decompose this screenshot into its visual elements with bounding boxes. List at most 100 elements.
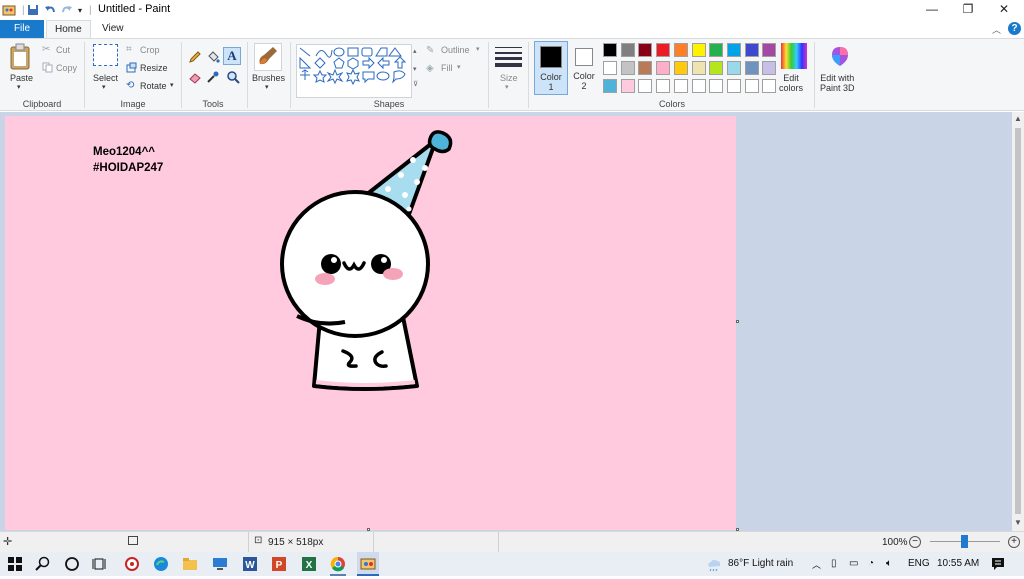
- palette-swatch[interactable]: [744, 61, 759, 75]
- palette-swatch[interactable]: [603, 79, 617, 93]
- close-button[interactable]: ✕: [986, 0, 1022, 18]
- customize-quick-access-icon[interactable]: ▾: [78, 3, 82, 17]
- clock[interactable]: 10:55 AM: [937, 558, 979, 569]
- palette-swatch[interactable]: [656, 61, 671, 75]
- cut-button[interactable]: Cut: [56, 45, 70, 55]
- palette-swatch[interactable]: [691, 79, 706, 93]
- palette-swatch[interactable]: [762, 43, 777, 57]
- palette-swatch[interactable]: [726, 79, 741, 93]
- paint3d-icon[interactable]: [828, 44, 852, 71]
- excel-icon[interactable]: X: [301, 556, 317, 572]
- volume-icon[interactable]: 🔈︎: [886, 558, 892, 569]
- brushes-button[interactable]: Brushes: [252, 73, 285, 83]
- windows-start-icon[interactable]: [7, 556, 23, 572]
- tab-file[interactable]: File: [0, 20, 44, 38]
- collapse-ribbon-icon[interactable]: ︿: [992, 23, 1001, 36]
- paste-button[interactable]: Paste: [10, 73, 33, 83]
- crop-button[interactable]: Crop: [140, 45, 160, 55]
- palette-swatch[interactable]: [620, 61, 635, 75]
- file-explorer-icon[interactable]: [182, 556, 198, 572]
- select-button[interactable]: Select: [93, 73, 118, 83]
- palette-swatch[interactable]: [673, 61, 688, 75]
- show-hidden-icons-icon[interactable]: ︿: [812, 558, 821, 571]
- palette-swatch[interactable]: [656, 79, 671, 93]
- scroll-down-icon[interactable]: ▼: [1014, 518, 1022, 527]
- palette-swatch[interactable]: [620, 79, 635, 93]
- weather-text[interactable]: 86°F Light rain: [728, 558, 793, 569]
- fill-bucket-icon[interactable]: [206, 50, 220, 67]
- task-view-icon[interactable]: [92, 556, 108, 572]
- redo-icon[interactable]: [61, 3, 73, 17]
- color-picker-icon[interactable]: [206, 70, 220, 87]
- palette-swatch[interactable]: [673, 79, 688, 93]
- magnifier-icon[interactable]: [226, 70, 240, 87]
- cortana-icon[interactable]: [64, 556, 80, 572]
- eraser-icon[interactable]: [188, 70, 202, 87]
- palette-swatch[interactable]: [656, 43, 671, 57]
- shapes-scroll-down-icon[interactable]: ▾: [413, 65, 417, 73]
- brushes-icon[interactable]: [254, 43, 282, 71]
- app-icon-red-circle[interactable]: [124, 556, 140, 572]
- scrollbar-thumb[interactable]: [1015, 128, 1021, 514]
- palette-swatch[interactable]: [709, 61, 724, 75]
- scroll-up-icon[interactable]: ▲: [1014, 114, 1022, 123]
- paint-app-icon[interactable]: [2, 3, 16, 17]
- palette-swatch[interactable]: [620, 43, 635, 57]
- rotate-button[interactable]: Rotate: [140, 81, 167, 91]
- size-lines-icon[interactable]: [495, 45, 522, 70]
- palette-swatch[interactable]: [638, 61, 653, 75]
- palette-swatch[interactable]: [638, 43, 653, 57]
- tab-view[interactable]: View: [94, 20, 132, 38]
- palette-swatch[interactable]: [603, 61, 617, 75]
- maximize-button[interactable]: ❐: [950, 0, 986, 18]
- palette-swatch[interactable]: [638, 79, 653, 93]
- edit-colors-icon[interactable]: [781, 43, 807, 69]
- rotate-dropdown-icon[interactable]: ▾: [170, 81, 174, 89]
- palette-swatch[interactable]: [603, 43, 617, 57]
- battery-icon[interactable]: ▭: [849, 558, 858, 569]
- minimize-button[interactable]: —: [914, 0, 950, 18]
- shapes-expand-icon[interactable]: ⊽: [413, 80, 418, 88]
- palette-swatch[interactable]: [673, 43, 688, 57]
- palette-swatch[interactable]: [709, 43, 724, 57]
- save-icon[interactable]: [27, 3, 39, 17]
- palette-swatch[interactable]: [726, 61, 741, 75]
- canvas-resize-handle-right[interactable]: [736, 320, 739, 323]
- shapes-gallery[interactable]: [296, 44, 412, 98]
- word-icon[interactable]: W: [242, 556, 258, 572]
- brushes-dropdown-icon[interactable]: ▾: [265, 83, 269, 91]
- help-icon[interactable]: ?: [1008, 22, 1021, 35]
- vertical-scrollbar[interactable]: ▲ ▼: [1012, 112, 1024, 531]
- network-icon[interactable]: ◔: [868, 558, 874, 569]
- zoom-out-button[interactable]: −: [909, 536, 921, 548]
- color2-selector[interactable]: Color 2: [570, 41, 600, 95]
- select-icon[interactable]: [93, 44, 118, 66]
- pencil-icon[interactable]: [188, 50, 202, 67]
- palette-swatch[interactable]: [691, 43, 706, 57]
- outline-button[interactable]: Outline: [441, 45, 470, 55]
- select-dropdown-icon[interactable]: ▾: [102, 83, 106, 91]
- zoom-in-button[interactable]: +: [1008, 536, 1020, 548]
- computer-icon[interactable]: [212, 556, 228, 572]
- zoom-slider-thumb[interactable]: [961, 535, 968, 548]
- language-indicator[interactable]: ENG: [908, 558, 930, 569]
- drawing-canvas[interactable]: Meo1204^^ #HOIDAP247: [5, 116, 736, 530]
- copy-button[interactable]: Copy: [56, 63, 77, 73]
- palette-swatch[interactable]: [744, 43, 759, 57]
- size-button[interactable]: Size: [500, 73, 518, 83]
- text-tool-icon[interactable]: A: [223, 47, 241, 65]
- search-icon[interactable]: [35, 556, 51, 572]
- paste-icon[interactable]: [9, 43, 33, 74]
- paste-dropdown-icon[interactable]: ▾: [17, 83, 21, 91]
- paint-taskbar-icon[interactable]: [357, 552, 379, 576]
- undo-icon[interactable]: [44, 3, 56, 17]
- edge-icon[interactable]: [153, 556, 169, 572]
- palette-swatch[interactable]: [762, 79, 777, 93]
- resize-button[interactable]: Resize: [140, 63, 168, 73]
- powerpoint-icon[interactable]: P: [271, 556, 287, 572]
- fill-button[interactable]: Fill: [441, 63, 453, 73]
- palette-swatch[interactable]: [691, 61, 706, 75]
- palette-swatch[interactable]: [726, 43, 741, 57]
- color1-selector[interactable]: Color 1: [534, 41, 568, 95]
- palette-swatch[interactable]: [709, 79, 724, 93]
